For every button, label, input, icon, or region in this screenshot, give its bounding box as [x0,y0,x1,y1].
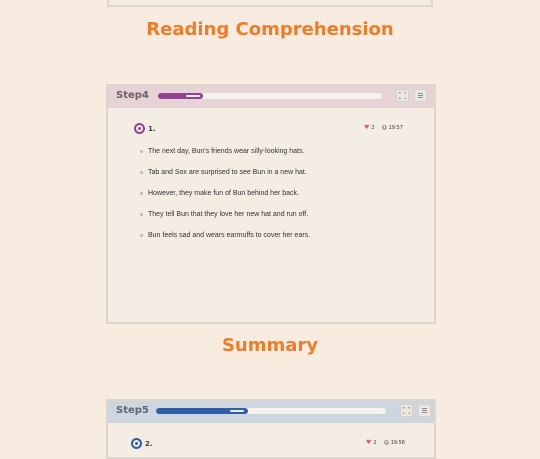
lives-count: 2 [373,439,377,446]
step-progress-bar [156,408,386,414]
step5-card: Step5 2. ♥ 2 19:56 [106,399,436,459]
bullet-icon [140,192,143,195]
bullet-icon [140,150,143,153]
question-header: 1. [134,123,156,134]
fullscreen-button[interactable] [400,404,413,417]
clock-icon [381,125,387,130]
sentence-option[interactable]: Tab and Sox are surprised to see Bun in … [140,169,310,190]
bullet-icon [140,234,143,237]
sentence-option[interactable]: Bun feels sad and wears earmuffs to cove… [140,232,310,253]
step5-header: Step5 [108,401,434,423]
step-label: Step5 [116,405,149,416]
menu-icon [418,93,423,98]
question-icon [131,438,142,449]
question-header: 2. [131,438,153,449]
menu-icon [422,408,427,413]
timer: 19:57 [388,124,403,131]
step-label: Step4 [116,90,149,101]
previous-step-card [107,0,433,7]
sentence-option[interactable]: The next day, Bun's friends wear silly-l… [140,148,310,169]
fullscreen-icon [399,92,406,99]
sentence-list: The next day, Bun's friends wear silly-l… [140,148,310,253]
fullscreen-icon [403,407,410,414]
bullet-icon [140,171,143,174]
step-progress-bar [158,93,382,99]
question-stats: ♥ 2 19:56 [366,439,405,446]
clock-icon [383,440,389,445]
step4-header: Step4 [108,86,434,108]
step4-card: Step4 1. ♥ 2 19:57 The next day, Bun's f… [106,84,436,324]
question-stats: ♥ 2 19:57 [364,124,403,131]
sentence-option[interactable]: They tell Bun that they love her new hat… [140,211,310,232]
fullscreen-button[interactable] [396,89,409,102]
sentence-option[interactable]: However, they make fun of Bun behind her… [140,190,310,211]
section-title-reading: Reading Comprehension [146,19,394,40]
lives-count: 2 [371,124,375,131]
question-number: 2. [145,439,153,448]
heart-icon: ♥ [364,124,370,131]
bullet-icon [140,213,143,216]
section-title-summary: Summary [221,335,319,356]
timer: 19:56 [390,439,405,446]
heart-icon: ♥ [366,439,372,446]
menu-button[interactable] [418,404,431,417]
menu-button[interactable] [414,89,427,102]
question-number: 1. [148,124,156,133]
question-icon [134,123,145,134]
